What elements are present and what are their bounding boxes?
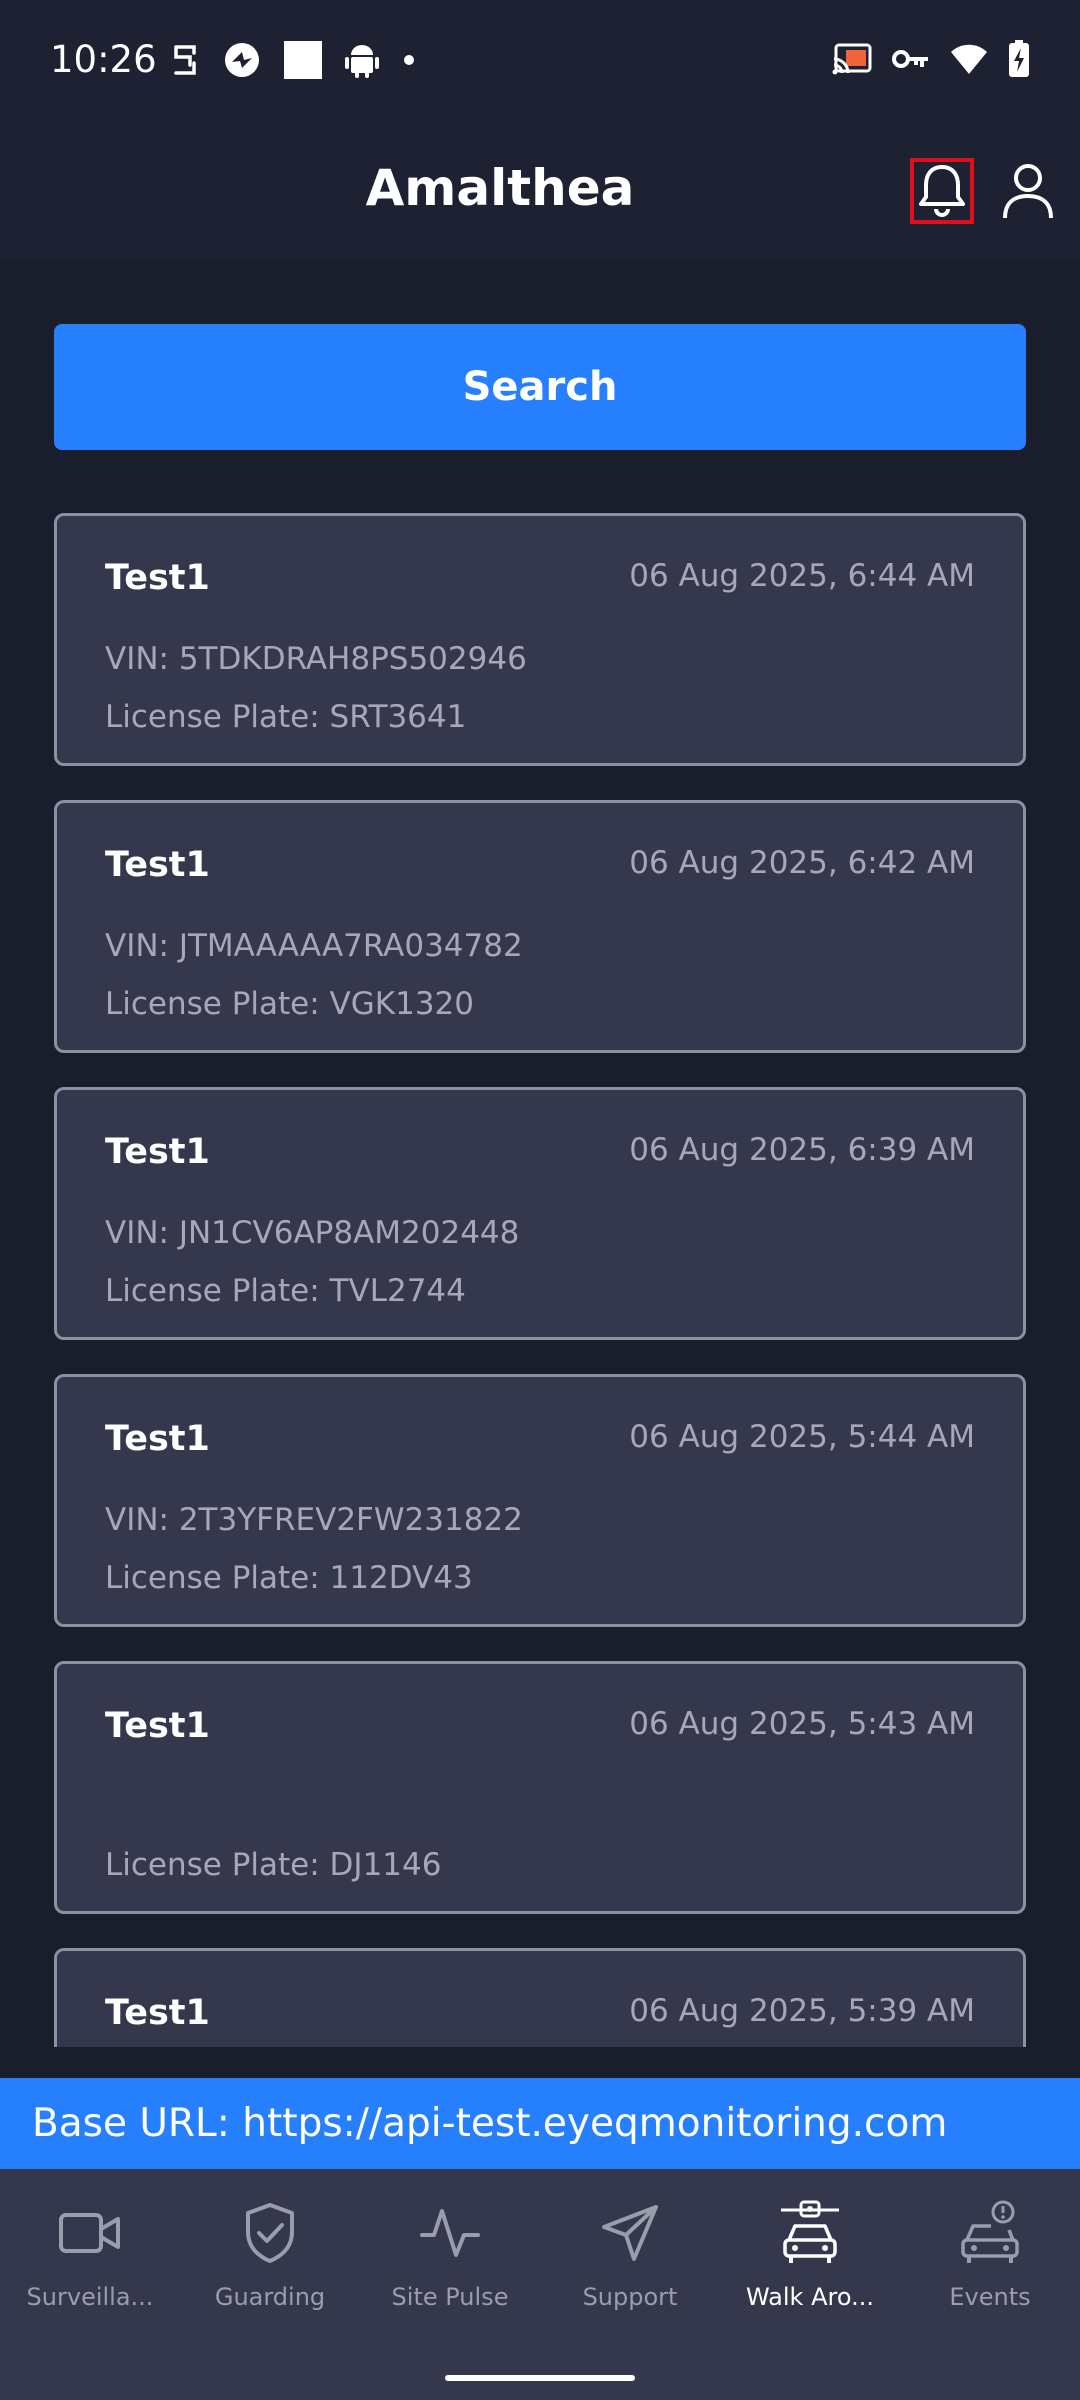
event-card[interactable]: Test1 06 Aug 2025, 5:44 AM VIN: 2T3YFREV…: [54, 1374, 1026, 1627]
nav-item-surveillance[interactable]: Surveilla...: [0, 2195, 180, 2315]
status-time: 10:26: [50, 38, 157, 81]
pulse-icon: [420, 2209, 480, 2257]
event-title: Test1: [105, 1419, 210, 1459]
status-bar: 10:26: [0, 0, 1080, 125]
nav-label: Events: [949, 2283, 1031, 2311]
nav-label: Site Pulse: [391, 2283, 509, 2311]
shield-check-icon: [246, 2203, 294, 2263]
event-title: Test1: [105, 1993, 210, 2033]
event-vin: VIN: JN1CV6AP8AM202448: [105, 1215, 520, 1251]
event-vin: VIN: 5TDKDRAH8PS502946: [105, 641, 527, 677]
event-list[interactable]: Test1 06 Aug 2025, 6:44 AM VIN: 5TDKDRAH…: [54, 513, 1026, 2047]
event-timestamp: 06 Aug 2025, 5:39 AM: [629, 1993, 975, 2029]
nav-item-events[interactable]: Events: [900, 2195, 1080, 2315]
status-notification-icons: [170, 40, 416, 80]
event-title: Test1: [105, 1706, 210, 1746]
profile-icon: [1003, 164, 1053, 219]
nav-label: Guarding: [214, 2283, 326, 2311]
bell-icon: [919, 165, 965, 217]
nav-label: Walk Aro...: [745, 2283, 874, 2311]
event-title: Test1: [105, 1132, 210, 1172]
send-icon: [602, 2205, 658, 2261]
event-timestamp: 06 Aug 2025, 5:44 AM: [629, 1419, 975, 1455]
event-vin: VIN: JTMAAAAA7RA034782: [105, 928, 523, 964]
home-indicator[interactable]: [445, 2375, 635, 2381]
car-alert-icon: [961, 2200, 1019, 2263]
event-title: Test1: [105, 558, 210, 598]
event-title: Test1: [105, 845, 210, 885]
event-license-plate: License Plate: DJ1146: [105, 1847, 442, 1883]
battery-charging-icon: [1009, 40, 1029, 77]
event-card[interactable]: Test1 06 Aug 2025, 6:39 AM VIN: JN1CV6AP…: [54, 1087, 1026, 1340]
cast-icon: [832, 43, 872, 75]
event-timestamp: 06 Aug 2025, 6:44 AM: [629, 558, 975, 594]
nav-item-support[interactable]: Support: [540, 2195, 720, 2315]
base-url-banner: Base URL: https://api-test.eyeqmonitorin…: [0, 2078, 1080, 2169]
event-timestamp: 06 Aug 2025, 6:39 AM: [629, 1132, 975, 1168]
event-timestamp: 06 Aug 2025, 5:43 AM: [629, 1706, 975, 1742]
event-license-plate: License Plate: 112DV43: [105, 1560, 473, 1596]
event-vin: VIN: 2T3YFREV2FW231822: [105, 1502, 523, 1538]
nav-label: Surveilla...: [26, 2283, 154, 2311]
app-header: Amalthea: [0, 125, 1080, 261]
dot-icon: [404, 55, 414, 65]
notifications-button[interactable]: [910, 158, 974, 224]
event-card[interactable]: Test1 06 Aug 2025, 6:44 AM VIN: 5TDKDRAH…: [54, 513, 1026, 766]
android-icon: [345, 45, 379, 78]
page-title: Amalthea: [365, 159, 635, 217]
nav-item-site-pulse[interactable]: Site Pulse: [360, 2195, 540, 2315]
nav-item-walk-around[interactable]: Walk Aro...: [720, 2195, 900, 2315]
notification-app-icon: [174, 45, 196, 75]
wifi-icon: [951, 44, 987, 74]
event-license-plate: License Plate: TVL2744: [105, 1273, 466, 1309]
media-app-icon: [225, 43, 259, 77]
event-license-plate: License Plate: SRT3641: [105, 699, 467, 735]
event-card[interactable]: Test1 06 Aug 2025, 6:42 AM VIN: JTMAAAAA…: [54, 800, 1026, 1053]
event-card[interactable]: Test1 06 Aug 2025, 5:43 AM License Plate…: [54, 1661, 1026, 1914]
vpn-key-icon: [892, 50, 928, 68]
nav-item-guarding[interactable]: Guarding: [180, 2195, 360, 2315]
event-license-plate: License Plate: VGK1320: [105, 986, 475, 1022]
video-camera-icon: [59, 2213, 120, 2253]
bottom-navigation: Surveilla... Guarding Site Pulse Support: [0, 2169, 1080, 2400]
event-card[interactable]: Test1 06 Aug 2025, 5:39 AM: [54, 1948, 1026, 2047]
square-icon: [284, 41, 322, 79]
event-timestamp: 06 Aug 2025, 6:42 AM: [629, 845, 975, 881]
profile-button[interactable]: [998, 159, 1058, 223]
car-camera-icon: [781, 2200, 839, 2263]
search-button[interactable]: Search: [54, 324, 1026, 450]
nav-label: Support: [582, 2283, 678, 2311]
status-system-icons: [832, 40, 1030, 78]
